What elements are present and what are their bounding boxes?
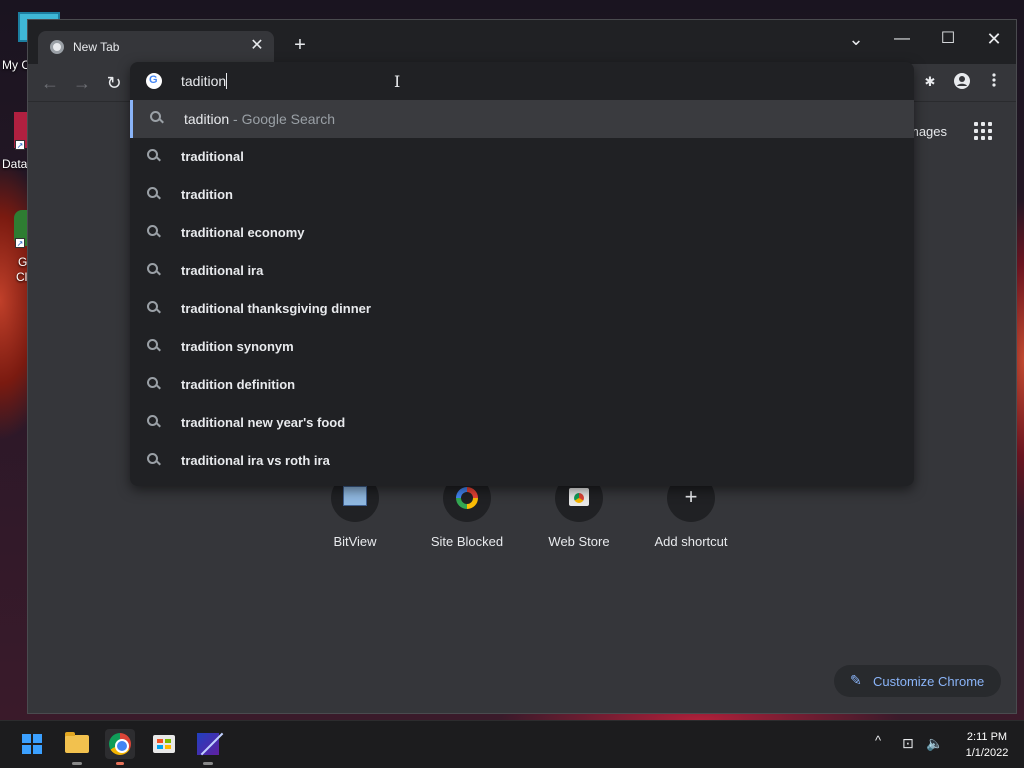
- suggestion-row[interactable]: traditional: [130, 138, 914, 176]
- network-icon[interactable]: ⊡: [902, 735, 914, 752]
- desktop-icon-label: Cl: [16, 270, 28, 284]
- search-icon: [147, 301, 161, 315]
- suggestion-row[interactable]: traditional new year's food: [130, 404, 914, 442]
- suggestion-text: traditional ira: [181, 263, 264, 278]
- folder-icon: [65, 732, 89, 753]
- maximize-button[interactable]: ☐: [930, 24, 966, 54]
- customize-label: Customize Chrome: [873, 674, 985, 689]
- search-icon: [147, 225, 161, 239]
- suggestion-text: tradition: [181, 187, 233, 202]
- suggestion-text: traditional ira vs roth ira: [181, 453, 330, 468]
- close-button[interactable]: ✕: [976, 24, 1012, 54]
- app-icon: [197, 733, 219, 755]
- start-button[interactable]: [17, 729, 47, 759]
- tab-close-icon[interactable]: ✕: [248, 37, 266, 55]
- suggestion-row[interactable]: tadition - Google Search: [130, 100, 914, 138]
- reload-button[interactable]: ↻: [102, 71, 126, 95]
- suggestion-text: tradition synonym: [181, 339, 294, 354]
- omnibox-input[interactable]: tadition: [181, 73, 228, 89]
- search-icon: [147, 339, 161, 353]
- search-icon: [147, 263, 161, 277]
- shortcut-label: Add shortcut: [654, 534, 728, 549]
- menu-icon[interactable]: [984, 72, 1004, 92]
- desktop-icon-label: G: [18, 255, 28, 269]
- tab-search-icon[interactable]: ⌄: [838, 24, 874, 54]
- back-button[interactable]: ←: [38, 71, 62, 95]
- suggestion-text: tadition - Google Search: [184, 111, 335, 127]
- chevron-up-icon[interactable]: ^: [875, 733, 881, 748]
- title-bar: New Tab ✕ + ⌄ — ☐ ✕: [28, 20, 1016, 64]
- suggestion-row[interactable]: traditional ira vs roth ira: [130, 442, 914, 480]
- chrome-taskbar-button[interactable]: [105, 729, 135, 765]
- suggestion-row[interactable]: tradition synonym: [130, 328, 914, 366]
- shortcut-label: Web Store: [548, 534, 610, 549]
- running-indicator: [203, 762, 213, 765]
- customize-chrome-button[interactable]: ✎ Customize Chrome: [834, 665, 1001, 697]
- tab-title: New Tab: [73, 40, 120, 54]
- clock[interactable]: 2:11 PM 1/1/2022: [955, 729, 1019, 761]
- minimize-button[interactable]: —: [884, 24, 920, 54]
- suggestion-row[interactable]: tradition definition: [130, 366, 914, 404]
- omnibox[interactable]: tadition I: [130, 62, 914, 100]
- shortcut-arrow-icon: ↗: [15, 238, 25, 248]
- microsoft-store-button[interactable]: [149, 729, 179, 759]
- shortcut-label: Site Blocked: [430, 534, 504, 549]
- shortcut-label: BitView: [333, 534, 377, 549]
- chrome-favicon-icon: [50, 40, 64, 54]
- shortcut-arrow-icon: ↗: [15, 140, 25, 150]
- volume-icon[interactable]: 🔈: [926, 735, 943, 752]
- windows-logo-icon: [22, 734, 42, 754]
- suggestion-text: traditional: [181, 149, 244, 164]
- clock-time: 2:11 PM: [966, 731, 1008, 743]
- text-caret: [226, 73, 228, 89]
- clock-date: 1/1/2022: [965, 747, 1009, 759]
- search-icon: [147, 415, 161, 429]
- extensions-icon[interactable]: ✱: [920, 72, 940, 92]
- new-tab-button[interactable]: +: [288, 34, 312, 58]
- suggestion-row[interactable]: traditional thanksgiving dinner: [130, 290, 914, 328]
- app-taskbar-button[interactable]: [193, 729, 223, 765]
- google-g-icon: [146, 73, 162, 89]
- suggestion-text: traditional thanksgiving dinner: [181, 301, 371, 316]
- file-explorer-button[interactable]: [62, 729, 92, 765]
- taskbar: ^ ⊡ 🔈 2:11 PM 1/1/2022: [0, 720, 1024, 768]
- desktop-icon-label: Data: [2, 157, 28, 171]
- search-icon: [147, 377, 161, 391]
- search-icon: [147, 149, 161, 163]
- suggestion-text: tradition definition: [181, 377, 296, 392]
- omnibox-dropdown: tadition I tadition - Google Search trad…: [130, 62, 914, 486]
- suggestion-row[interactable]: tradition: [130, 176, 914, 214]
- suggestion-row[interactable]: traditional economy: [130, 214, 914, 252]
- suggestion-text: traditional new year's food: [181, 415, 346, 430]
- suggestion-text: traditional economy: [181, 225, 305, 240]
- search-icon: [147, 453, 161, 467]
- desktop-icon-label: My C: [2, 58, 30, 72]
- pencil-icon: ✎: [850, 672, 862, 688]
- running-indicator: [72, 762, 82, 765]
- forward-button[interactable]: →: [70, 71, 94, 95]
- ibeam-cursor-icon: I: [394, 72, 401, 91]
- active-indicator: [116, 762, 124, 765]
- tab-new-tab[interactable]: New Tab ✕: [38, 31, 274, 64]
- store-icon: [153, 735, 175, 753]
- profile-icon[interactable]: [952, 72, 972, 92]
- chrome-icon: [109, 733, 131, 755]
- search-icon: [150, 111, 164, 125]
- google-apps-icon[interactable]: [974, 122, 992, 140]
- search-icon: [147, 187, 161, 201]
- suggestion-row[interactable]: traditional ira: [130, 252, 914, 290]
